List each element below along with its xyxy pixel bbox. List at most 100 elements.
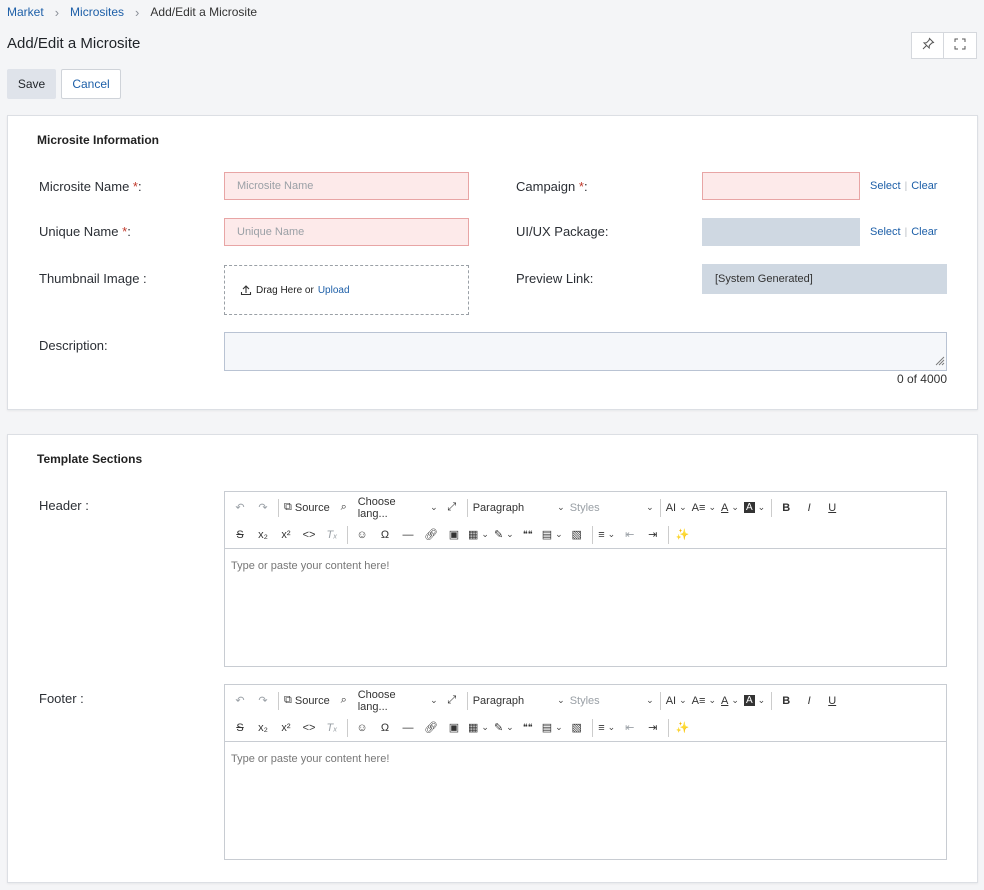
special-characters-button[interactable]: Ω — [374, 717, 396, 739]
undo-icon[interactable]: ↶ — [229, 690, 251, 712]
table-dropdown[interactable]: ▦ ⌄ — [466, 524, 491, 546]
emoji-icon[interactable]: ☺ — [351, 524, 373, 546]
link-icon[interactable]: 🔗︎ — [420, 717, 442, 739]
footer-label: Footer : — [39, 691, 84, 706]
html-embed-icon[interactable]: ▧ — [566, 524, 588, 546]
ai-assistant-icon[interactable]: ✨ — [672, 717, 694, 739]
special-characters-button[interactable]: Ω — [374, 524, 396, 546]
header-label: Header : — [39, 498, 89, 513]
image-icon[interactable]: ▣ — [443, 524, 465, 546]
pin-button[interactable] — [911, 32, 944, 59]
ai-assistant-icon[interactable]: ✨ — [672, 524, 694, 546]
media-dropdown[interactable]: ▤ ⌄ — [540, 524, 565, 546]
horizontal-line-icon[interactable]: — — [397, 524, 419, 546]
uiux-select-link[interactable]: Select — [870, 226, 901, 238]
code-button[interactable]: <> — [298, 717, 320, 739]
breadcrumb-market[interactable]: Market — [7, 5, 44, 19]
save-button[interactable]: Save — [7, 69, 56, 99]
find-replace-icon[interactable]: ⌕ — [333, 690, 355, 712]
align-left-icon: ≡ — [598, 721, 605, 734]
editor-toolbar: ↶ ↷ ⧉ Source ⌕ Choose lang... ⌄ ⤢ Paragrap… — [225, 685, 946, 742]
font-family-icon: A≡ — [691, 501, 706, 514]
indent-icon[interactable]: ⇥ — [642, 717, 664, 739]
footer-editor-content[interactable]: Type or paste your content here! — [225, 742, 946, 776]
bold-button[interactable]: B — [775, 497, 797, 519]
cancel-button[interactable]: Cancel — [61, 69, 121, 99]
drag-text: Drag Here or — [256, 284, 314, 296]
campaign-input[interactable] — [702, 172, 860, 200]
upload-icon — [240, 284, 252, 296]
remove-format-icon[interactable]: Tₓ — [321, 717, 343, 739]
emoji-icon[interactable]: ☺ — [351, 717, 373, 739]
superscript-button[interactable]: x² — [275, 524, 297, 546]
superscript-button[interactable]: x² — [275, 717, 297, 739]
background-color-dropdown[interactable]: A ⌄ — [742, 690, 767, 712]
font-color-dropdown[interactable]: A ⌄ — [719, 497, 741, 519]
font-family-dropdown[interactable]: A≡ ⌄ — [690, 497, 718, 519]
undo-icon[interactable]: ↶ — [229, 497, 251, 519]
highlight-dropdown[interactable]: ✎ ⌄ — [492, 717, 516, 739]
campaign-clear-link[interactable]: Clear — [911, 180, 937, 192]
redo-icon[interactable]: ↷ — [252, 497, 274, 519]
alignment-dropdown[interactable]: ≡ ⌄ — [596, 524, 618, 546]
background-color-dropdown[interactable]: A ⌄ — [742, 497, 767, 519]
horizontal-line-icon[interactable]: — — [397, 717, 419, 739]
outdent-icon[interactable]: ⇤ — [619, 717, 641, 739]
resize-grip-icon[interactable] — [935, 354, 945, 369]
thumbnail-dropzone[interactable]: Drag Here or Upload — [224, 265, 469, 315]
strikethrough-icon[interactable]: S — [229, 524, 251, 546]
uiux-actions: Select | Clear — [870, 226, 938, 238]
strikethrough-icon[interactable]: S — [229, 717, 251, 739]
breadcrumb: Market › Microsites › Add/Edit a Microsi… — [7, 4, 257, 20]
blockquote-button[interactable]: ❝❝ — [517, 524, 539, 546]
italic-button[interactable]: I — [798, 497, 820, 519]
unique-name-input[interactable]: Unique Name — [224, 218, 469, 246]
breadcrumb-microsites[interactable]: Microsites — [70, 5, 124, 19]
find-replace-icon[interactable]: ⌕ — [333, 497, 355, 519]
paragraph-dropdown[interactable]: Paragraph ⌄ — [471, 690, 567, 712]
upload-link[interactable]: Upload — [318, 285, 350, 296]
alignment-dropdown[interactable]: ≡ ⌄ — [596, 717, 618, 739]
highlight-dropdown[interactable]: ✎ ⌄ — [492, 524, 516, 546]
fullscreen-button[interactable] — [944, 32, 977, 59]
media-dropdown[interactable]: ▤ ⌄ — [540, 717, 565, 739]
source-button[interactable]: ⧉ Source — [282, 690, 332, 712]
link-icon[interactable]: 🔗︎ — [420, 524, 442, 546]
header-editor-content[interactable]: Type or paste your content here! — [225, 549, 946, 583]
italic-button[interactable]: I — [798, 690, 820, 712]
underline-button[interactable]: U — [821, 497, 843, 519]
html-embed-icon[interactable]: ▧ — [566, 717, 588, 739]
code-button[interactable]: <> — [298, 524, 320, 546]
breadcrumb-current: Add/Edit a Microsite — [150, 5, 258, 19]
expand-icon[interactable]: ⤢ — [441, 497, 463, 519]
expand-icon[interactable]: ⤢ — [441, 690, 463, 712]
font-family-dropdown[interactable]: A≡ ⌄ — [690, 690, 718, 712]
campaign-select-link[interactable]: Select — [870, 180, 901, 192]
underline-button[interactable]: U — [821, 690, 843, 712]
unique-name-label: Unique Name *: — [39, 224, 131, 239]
font-color-dropdown[interactable]: A ⌄ — [719, 690, 741, 712]
image-icon[interactable]: ▣ — [443, 717, 465, 739]
outdent-icon[interactable]: ⇤ — [619, 524, 641, 546]
uiux-package-input[interactable] — [702, 218, 860, 246]
indent-icon[interactable]: ⇥ — [642, 524, 664, 546]
table-dropdown[interactable]: ▦ ⌄ — [466, 717, 491, 739]
source-button[interactable]: ⧉ Source — [282, 497, 332, 519]
styles-dropdown[interactable]: Styles ⌄ — [568, 690, 656, 712]
description-textarea[interactable] — [224, 332, 947, 371]
code-language-dropdown[interactable]: Choose lang... ⌄ — [356, 689, 440, 713]
uiux-clear-link[interactable]: Clear — [911, 226, 937, 238]
blockquote-button[interactable]: ❝❝ — [517, 717, 539, 739]
styles-dropdown[interactable]: Styles ⌄ — [568, 497, 656, 519]
font-size-dropdown[interactable]: AI ⌄ — [664, 690, 689, 712]
bold-button[interactable]: B — [775, 690, 797, 712]
paragraph-dropdown[interactable]: Paragraph ⌄ — [471, 497, 567, 519]
subscript-button[interactable]: x₂ — [252, 717, 274, 739]
code-language-dropdown[interactable]: Choose lang... ⌄ — [356, 496, 440, 520]
highlight-icon: ✎ — [493, 722, 504, 734]
font-size-dropdown[interactable]: AI ⌄ — [664, 497, 689, 519]
subscript-button[interactable]: x₂ — [252, 524, 274, 546]
microsite-name-input[interactable]: Microsite Name — [224, 172, 469, 200]
remove-format-icon[interactable]: Tₓ — [321, 524, 343, 546]
redo-icon[interactable]: ↷ — [252, 690, 274, 712]
